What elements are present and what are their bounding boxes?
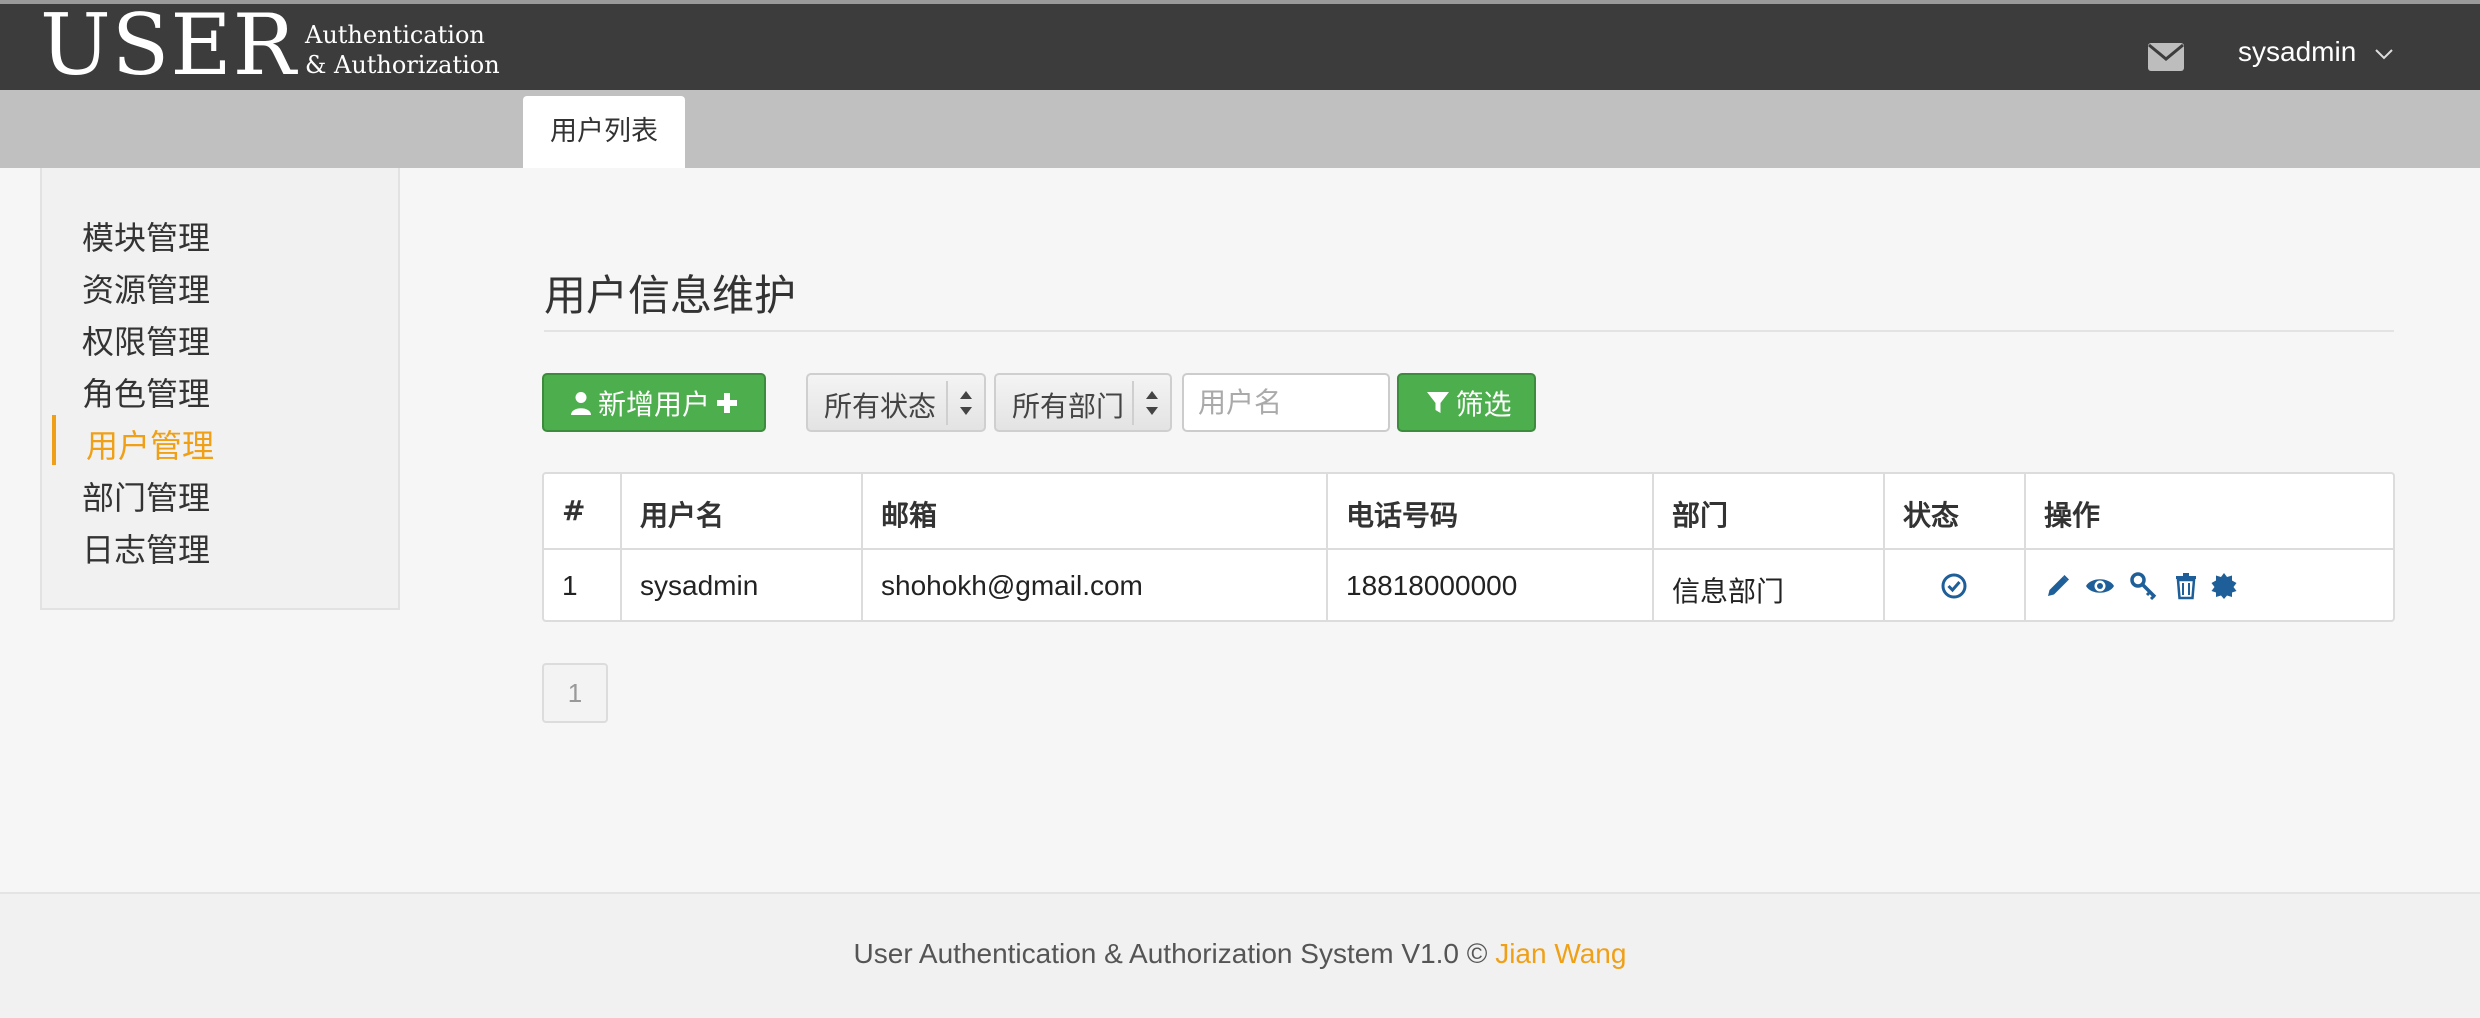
sidebar: 模块管理 资源管理 权限管理 角色管理 用户管理 部门管理 日志管理	[40, 168, 400, 610]
check-circle-icon	[1941, 573, 1967, 599]
column-divider	[861, 474, 863, 620]
sidebar-item-resources[interactable]: 资源管理	[82, 265, 210, 311]
status-select[interactable]: 所有状态	[806, 373, 986, 432]
plus-icon	[717, 392, 737, 413]
cell-username: sysadmin	[640, 570, 759, 601]
column-divider	[620, 474, 622, 620]
column-divider	[1326, 474, 1328, 620]
department-select[interactable]: 所有部门	[994, 373, 1172, 432]
department-select-value: 所有部门	[1012, 390, 1125, 423]
filter-button[interactable]: 筛选	[1397, 373, 1536, 432]
sidebar-item-departments[interactable]: 部门管理	[82, 473, 210, 519]
sidebar-item-permissions[interactable]: 权限管理	[82, 317, 210, 363]
column-divider	[1883, 474, 1885, 620]
footer-copyright: User Authentication & Authorization Syst…	[853, 938, 1496, 969]
brand-title: USER	[40, 0, 297, 94]
footer-author-link[interactable]: Jian Wang	[1495, 938, 1626, 969]
eye-icon[interactable]	[2085, 572, 2115, 600]
brand-subtitle-line1: Authentication	[305, 21, 485, 49]
column-header-department: 部门	[1672, 499, 1729, 532]
filter-label: 筛选	[1455, 387, 1512, 421]
pagination-page-1[interactable]: 1	[542, 663, 608, 723]
brand-subtitle-line2: & Authorization	[305, 51, 500, 79]
title-divider	[544, 330, 2394, 332]
user-menu-dropdown[interactable]: sysadmin	[2238, 36, 2394, 68]
sidebar-item-logs[interactable]: 日志管理	[82, 525, 210, 571]
pencil-icon[interactable]	[2044, 572, 2072, 600]
table-header-divider	[544, 548, 2393, 550]
sidebar-item-roles[interactable]: 角色管理	[82, 369, 210, 415]
select-arrows-icon	[946, 381, 972, 425]
column-divider	[1652, 474, 1654, 620]
trash-icon[interactable]	[2172, 572, 2200, 600]
key-icon[interactable]	[2130, 572, 2158, 600]
users-table: # 用户名 邮箱 电话号码 部门 状态 操作 1 sysadmin shohok…	[542, 472, 2395, 622]
sidebar-item-users[interactable]: 用户管理	[86, 421, 214, 467]
brand-subtitle: Authentication & Authorization	[305, 20, 500, 80]
chevron-down-icon	[2375, 48, 2393, 60]
username-search-input[interactable]	[1182, 373, 1390, 432]
filter-icon	[1427, 391, 1450, 413]
column-header-username: 用户名	[640, 499, 725, 532]
current-username: sysadmin	[2238, 36, 2357, 67]
top-navbar: USER Authentication & Authorization sysa…	[0, 0, 2480, 90]
tab-user-list[interactable]: 用户列表	[523, 96, 685, 168]
cell-email: shohokh@gmail.com	[881, 570, 1143, 601]
certificate-icon[interactable]	[2210, 572, 2238, 600]
cell-department: 信息部门	[1672, 575, 1785, 608]
select-arrows-icon	[1132, 381, 1158, 425]
column-header-index: #	[562, 494, 586, 527]
column-header-status: 状态	[1903, 499, 1960, 532]
page-title: 用户信息维护	[544, 271, 797, 320]
add-user-button[interactable]: 新增用户	[542, 373, 766, 432]
envelope-icon[interactable]	[2147, 42, 2185, 72]
sidebar-active-marker	[52, 415, 56, 465]
cell-index: 1	[562, 570, 578, 601]
user-icon	[570, 391, 591, 415]
column-header-email: 邮箱	[881, 499, 938, 532]
tab-strip: 用户列表	[0, 90, 2480, 168]
footer: User Authentication & Authorization Syst…	[0, 892, 2480, 1018]
add-user-label: 新增用户	[597, 387, 710, 421]
column-header-actions: 操作	[2044, 499, 2101, 532]
column-header-phone: 电话号码	[1346, 499, 1459, 532]
column-divider	[2024, 474, 2026, 620]
footer-text: User Authentication & Authorization Syst…	[0, 938, 2480, 970]
status-select-value: 所有状态	[824, 390, 937, 423]
cell-phone: 18818000000	[1346, 570, 1518, 601]
sidebar-item-modules[interactable]: 模块管理	[82, 213, 210, 259]
